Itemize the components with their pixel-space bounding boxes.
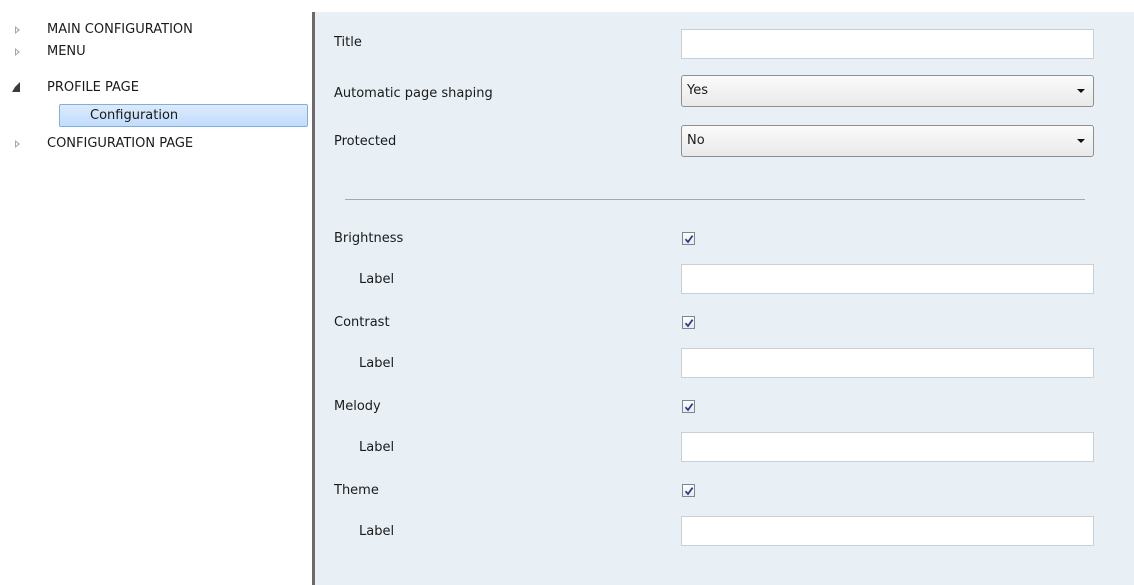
chevron-down-icon	[1077, 139, 1085, 143]
theme-label: Theme	[334, 483, 379, 498]
collapse-arrow-icon[interactable]	[11, 78, 21, 98]
melody-checkbox[interactable]	[682, 400, 695, 413]
title-input[interactable]	[681, 29, 1094, 59]
protected-label: Protected	[334, 134, 397, 149]
brightness-checkbox[interactable]	[682, 232, 695, 245]
tree-item-configuration[interactable]: Configuration	[59, 106, 308, 126]
melody-sub-label: Label	[359, 440, 395, 455]
dropdown-value: Yes	[687, 83, 708, 98]
section-divider	[345, 199, 1085, 200]
theme-label-input[interactable]	[681, 516, 1094, 546]
tree-item-profile-page[interactable]: PROFILE PAGE	[0, 78, 300, 98]
expand-arrow-icon[interactable]	[12, 20, 22, 40]
brightness-sub-label: Label	[359, 272, 395, 287]
protected-dropdown[interactable]: No	[681, 125, 1094, 157]
melody-label: Melody	[334, 399, 381, 414]
tree-item-main-configuration[interactable]: MAIN CONFIGURATION	[0, 20, 300, 40]
automatic-page-shaping-label: Automatic page shaping	[334, 86, 493, 101]
tree-item-label: MENU	[47, 44, 86, 59]
tree-item-menu[interactable]: MENU	[0, 42, 300, 62]
brightness-label-input[interactable]	[681, 264, 1094, 294]
contrast-label: Contrast	[334, 315, 390, 330]
navigation-tree: MAIN CONFIGURATION MENU PROFILE PAGE Con…	[0, 0, 312, 585]
tree-item-label: PROFILE PAGE	[47, 80, 139, 95]
melody-label-input[interactable]	[681, 432, 1094, 462]
tree-item-label: CONFIGURATION PAGE	[47, 136, 194, 151]
tree-item-label: Configuration	[90, 108, 179, 123]
expand-arrow-icon[interactable]	[12, 134, 22, 154]
brightness-label: Brightness	[334, 231, 404, 246]
checkmark-icon	[684, 235, 694, 244]
automatic-page-shaping-dropdown[interactable]: Yes	[681, 75, 1094, 107]
chevron-down-icon	[1077, 89, 1085, 93]
theme-checkbox[interactable]	[682, 484, 695, 497]
contrast-checkbox[interactable]	[682, 316, 695, 329]
title-label: Title	[334, 35, 362, 50]
tree-item-label: MAIN CONFIGURATION	[47, 22, 193, 37]
contrast-sub-label: Label	[359, 356, 395, 371]
checkmark-icon	[684, 487, 694, 496]
theme-sub-label: Label	[359, 524, 395, 539]
tree-item-configuration-page[interactable]: CONFIGURATION PAGE	[0, 134, 300, 154]
checkmark-icon	[684, 319, 694, 328]
dropdown-value: No	[687, 133, 705, 148]
contrast-label-input[interactable]	[681, 348, 1094, 378]
expand-arrow-icon[interactable]	[12, 42, 22, 62]
checkmark-icon	[684, 403, 694, 412]
